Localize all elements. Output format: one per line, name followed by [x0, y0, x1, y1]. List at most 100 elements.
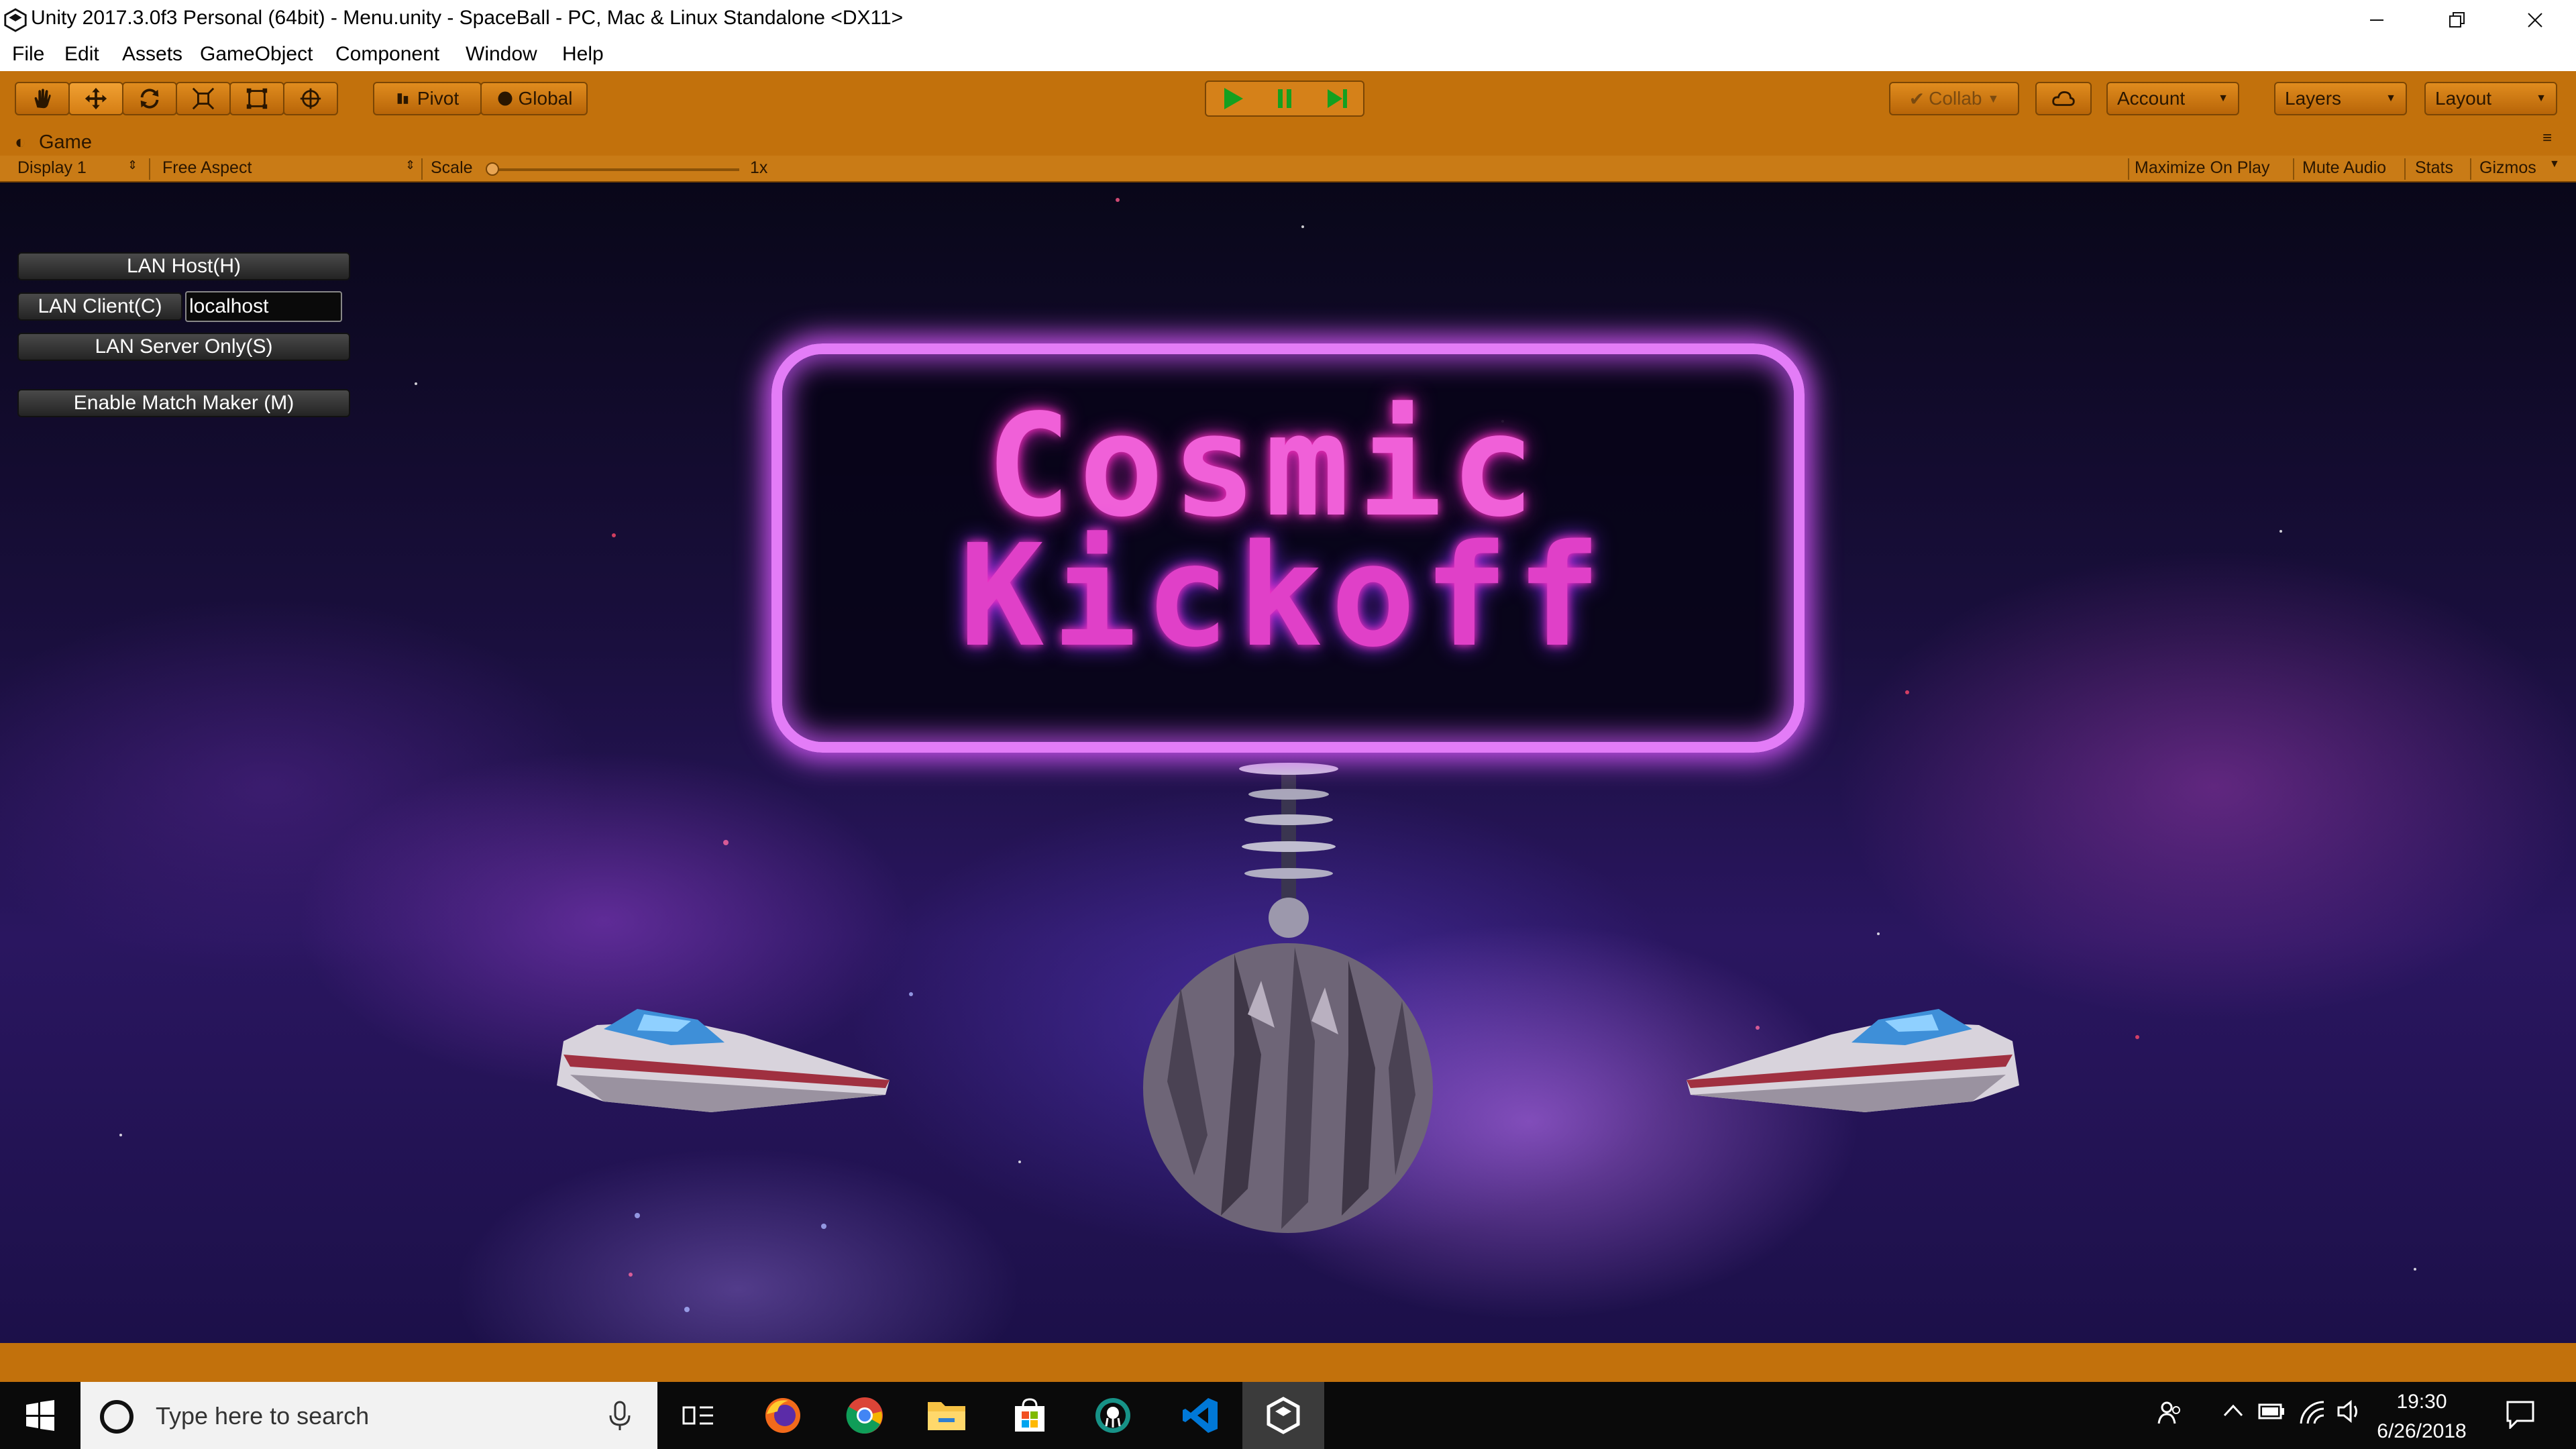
enable-match-maker-button[interactable]: Enable Match Maker (M)	[17, 389, 350, 417]
right-spaceship	[1686, 1009, 2019, 1112]
game-view-toolbar: Display 1 ⇕ Free Aspect ⇕ Scale 1x Maxim…	[0, 156, 2576, 182]
start-button[interactable]	[0, 1382, 80, 1449]
move-tool-button[interactable]	[68, 82, 123, 115]
cortana-circle-icon	[100, 1400, 133, 1434]
menu-component[interactable]: Component	[335, 43, 439, 66]
taskbar-search-box[interactable]: Type here to search	[80, 1382, 657, 1449]
chrome-icon	[846, 1397, 883, 1434]
display-select[interactable]: Display 1	[17, 158, 87, 178]
scale-icon	[192, 87, 215, 110]
separator	[2404, 158, 2406, 180]
transform-tool-button[interactable]	[283, 82, 338, 115]
scale-label: Scale	[431, 158, 473, 177]
account-dropdown[interactable]: Account ▼	[2106, 82, 2239, 115]
rect-tool-button[interactable]	[229, 82, 284, 115]
aspect-select[interactable]: Free Aspect	[162, 158, 252, 178]
menu-file[interactable]: File	[12, 43, 44, 66]
editor-status-bar	[0, 1343, 2576, 1382]
main-toolbar: Pivot Global ✔ Collab ▼ Account ▼ Layers…	[0, 71, 2576, 129]
separator	[149, 158, 150, 180]
taskbar-app-vscode[interactable]	[1159, 1382, 1241, 1449]
people-glyph-icon	[2157, 1401, 2180, 1424]
task-view-icon	[682, 1406, 713, 1425]
close-icon	[2528, 13, 2542, 28]
game-tab-header: ◐ Game ≡	[0, 129, 2576, 156]
restore-icon	[2449, 12, 2465, 28]
unity-logo-icon	[4, 8, 27, 32]
scale-slider-track[interactable]	[491, 168, 739, 171]
file-explorer-icon	[928, 1402, 965, 1430]
step-button[interactable]	[1311, 82, 1363, 115]
firefox-icon	[765, 1398, 800, 1433]
taskbar-app-store[interactable]	[989, 1382, 1071, 1449]
scale-value: 1x	[750, 158, 768, 177]
collab-label: Collab	[1929, 88, 1982, 109]
hand-icon	[34, 89, 51, 109]
tab-menu-icon[interactable]: ≡	[2542, 129, 2552, 148]
rotate-tool-button[interactable]	[122, 82, 177, 115]
hand-tool-button[interactable]	[15, 82, 70, 115]
global-toggle[interactable]: Global	[480, 82, 588, 115]
pivot-icon	[397, 93, 409, 104]
scale-tool-button[interactable]	[176, 82, 231, 115]
task-view-button[interactable]	[657, 1382, 739, 1449]
menu-window[interactable]: Window	[466, 43, 537, 66]
lan-server-button[interactable]: LAN Server Only(S)	[17, 333, 350, 361]
pivot-toggle[interactable]: Pivot	[373, 82, 482, 115]
taskbar-app-gitkraken[interactable]	[1072, 1382, 1154, 1449]
menu-gameobject[interactable]: GameObject	[200, 43, 313, 66]
restore-button[interactable]	[2420, 0, 2494, 40]
globe-icon	[498, 91, 513, 106]
close-button[interactable]	[2498, 0, 2572, 40]
chevron-down-icon: ▼	[2549, 158, 2560, 170]
rotate-icon	[140, 89, 159, 109]
client-address-input[interactable]	[185, 291, 342, 322]
play-button[interactable]	[1206, 82, 1258, 115]
scale-slider-thumb[interactable]	[486, 162, 499, 176]
battery-status[interactable]	[2257, 1399, 2286, 1428]
move-arrows-icon	[85, 87, 107, 110]
stats-toggle[interactable]: Stats	[2415, 158, 2453, 178]
layers-dropdown[interactable]: Layers ▼	[2274, 82, 2407, 115]
aspect-select-arrows-icon: ⇕	[405, 158, 416, 172]
lan-client-button[interactable]: LAN Client(C)	[17, 292, 182, 321]
minimize-button[interactable]	[2340, 0, 2414, 40]
minimize-icon	[2370, 19, 2383, 21]
cloud-button[interactable]	[2035, 82, 2092, 115]
pause-button[interactable]	[1258, 82, 1311, 115]
display-select-arrows-icon: ⇕	[127, 158, 138, 172]
layout-label: Layout	[2435, 88, 2492, 109]
network-status[interactable]	[2298, 1399, 2326, 1432]
taskbar-app-unity[interactable]	[1242, 1382, 1324, 1449]
battery-icon	[2258, 1403, 2284, 1419]
check-circle-icon: ✔	[1909, 88, 1925, 109]
gizmos-dropdown[interactable]: Gizmos	[2479, 158, 2536, 178]
collab-dropdown[interactable]: ✔ Collab ▼	[1889, 82, 2019, 115]
search-placeholder: Type here to search	[156, 1402, 370, 1430]
menu-help[interactable]: Help	[562, 43, 604, 66]
mute-audio-toggle[interactable]: Mute Audio	[2302, 158, 2386, 178]
menu-bar: File Edit Assets GameObject Component Wi…	[0, 40, 2576, 71]
taskbar-clock[interactable]: 19:30 6/26/2018	[2355, 1387, 2489, 1446]
window-title-bar: Unity 2017.3.0f3 Personal (64bit) - Menu…	[0, 0, 2576, 40]
taskbar-app-chrome[interactable]	[824, 1382, 906, 1449]
menu-assets[interactable]: Assets	[122, 43, 182, 66]
transform-icon	[300, 88, 321, 109]
layers-label: Layers	[2285, 88, 2342, 109]
pivot-label: Pivot	[417, 88, 460, 109]
menu-edit[interactable]: Edit	[64, 43, 99, 66]
layout-dropdown[interactable]: Layout ▼	[2424, 82, 2557, 115]
lan-host-button[interactable]: LAN Host(H)	[17, 252, 350, 280]
action-center-button[interactable]	[2505, 1399, 2536, 1435]
show-hidden-icons[interactable]	[2222, 1399, 2245, 1428]
maximize-on-play-toggle[interactable]: Maximize On Play	[2135, 158, 2269, 178]
game-tab-title[interactable]: Game	[39, 131, 92, 154]
people-icon[interactable]	[2156, 1399, 2183, 1432]
taskbar-app-firefox[interactable]	[742, 1382, 824, 1449]
taskbar-app-file-explorer[interactable]	[906, 1382, 987, 1449]
game-tab-icon: ◐	[15, 131, 26, 152]
separator	[421, 158, 423, 180]
microphone-icon[interactable]	[606, 1401, 633, 1432]
notification-icon	[2506, 1401, 2534, 1430]
pause-icon	[1278, 89, 1291, 108]
